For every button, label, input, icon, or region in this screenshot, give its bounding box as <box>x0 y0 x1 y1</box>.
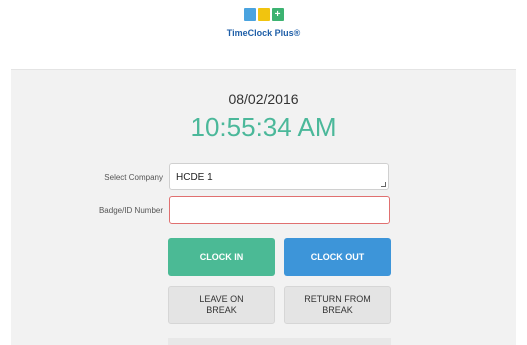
company-label: Select Company <box>104 173 163 182</box>
resize-grip-icon[interactable] <box>381 182 386 187</box>
leave-on-break-label-line2: BREAK <box>206 305 237 315</box>
additional-button-partial[interactable] <box>168 338 391 345</box>
logo-tile-plus-icon: + <box>271 8 284 21</box>
company-select[interactable]: HCDE 1 <box>169 163 389 190</box>
return-from-break-button[interactable]: RETURN FROM BREAK <box>284 286 391 324</box>
leave-on-break-label-line1: LEAVE ON <box>199 294 244 304</box>
current-time: 10:55:34 AM <box>190 112 337 142</box>
brand-logo: + TimeClock Plus® <box>0 8 527 38</box>
timeclock-page: + TimeClock Plus® 08/02/2016 10:55:34 AM… <box>0 0 527 345</box>
clock-in-button[interactable]: CLOCK IN <box>168 238 275 276</box>
return-from-break-label-line2: BREAK <box>322 305 353 315</box>
logo-tile-blue-icon <box>243 8 256 21</box>
badge-id-input[interactable] <box>169 196 390 224</box>
logo-tile-yellow-icon <box>257 8 270 21</box>
clock-panel: 08/02/2016 10:55:34 AM Select Company HC… <box>11 69 516 345</box>
leave-on-break-button[interactable]: LEAVE ON BREAK <box>168 286 275 324</box>
clock-out-button[interactable]: CLOCK OUT <box>284 238 391 276</box>
return-from-break-label-line1: RETURN FROM <box>304 294 371 304</box>
badge-label: Badge/ID Number <box>98 206 163 215</box>
brand-name: TimeClock Plus® <box>226 28 301 38</box>
current-date: 08/02/2016 <box>228 91 299 107</box>
logo-mark-icon: + <box>243 8 284 22</box>
company-select-value: HCDE 1 <box>176 172 213 183</box>
